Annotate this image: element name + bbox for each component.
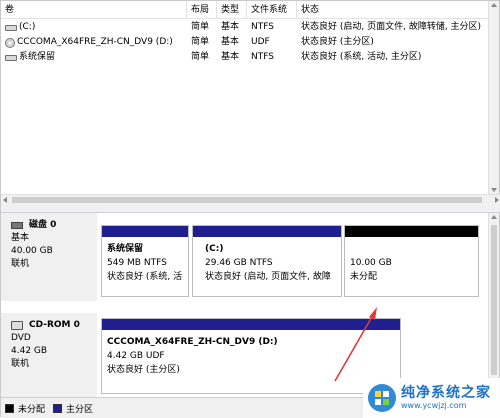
disk-title: 磁盘 0 [29,220,57,230]
volume-layout: 简单 [191,52,210,62]
volume-list-vertical-scrollbar[interactable] [488,1,499,194]
watermark-title: 纯净系统之家 [401,385,491,401]
volume-list-header: 卷 布局 类型 文件系统 状态 [1,1,490,19]
partition-bar [345,226,478,237]
disk-type: 基本 [11,233,30,243]
disk-size: 4.42 GB [11,346,48,356]
cdrom-0-info[interactable]: CD-ROM 0 DVD 4.42 GB 联机 [1,313,97,397]
volume-status: 状态良好 (启动, 页面文件, 故障转储, 主分区) [301,22,482,32]
partition-system-reserved[interactable]: 系统保留 549 MB NTFS 状态良好 (系统, 活 [101,225,189,297]
watermark: 纯净系统之家 www.ycwjzj.com [363,378,500,418]
disk-state: 联机 [11,259,30,269]
column-header-filesystem[interactable]: 文件系统 [247,1,297,19]
partition-unallocated[interactable]: 10.00 GB 未分配 [344,225,479,297]
volume-filesystem: NTFS [251,52,274,62]
volume-type: 基本 [221,37,240,47]
partition-c[interactable]: (C:) 29.46 GB NTFS 状态良好 (启动, 页面文件, 故障 [192,225,342,297]
volume-status: 状态良好 (主分区) [301,37,374,47]
cdrom-icon [11,321,23,330]
hard-disk-icon [11,222,23,229]
legend-swatch-primary [53,403,63,413]
drive-icon [5,24,17,31]
disk-state: 联机 [11,359,30,369]
table-row[interactable]: CCCOMA_X64FRE_ZH-CN_DV9 (D:) 简单 基本 UDF 状… [1,35,490,50]
scroll-up-arrow-icon[interactable] [491,215,497,219]
volume-list: (C:) 简单 基本 NTFS 状态良好 (启动, 页面文件, 故障转储, 主分… [1,20,490,194]
scrollbar-thumb[interactable] [12,197,482,203]
table-row[interactable]: 系统保留 简单 基本 NTFS 状态良好 (系统, 活动, 主分区) [1,50,490,65]
volume-filesystem: UDF [251,37,270,47]
partition-status: 状态良好 (主分区) [107,365,180,375]
volume-name: 系统保留 [19,52,56,62]
legend-swatch-unallocated [5,403,14,413]
partition-size: 4.42 GB UDF [107,351,165,361]
volume-layout: 简单 [191,22,210,32]
disk-map: 磁盘 0 基本 40.00 GB 联机 系统保留 549 MB NTFS 状态良… [1,213,490,397]
disk-title: CD-ROM 0 [29,320,80,330]
partition-status: 未分配 [350,272,378,282]
partition-bar [102,226,188,237]
disk-type: DVD [11,333,31,343]
drive-icon [5,54,17,61]
partition-dvd[interactable]: CCCOMA_X64FRE_ZH-CN_DV9 (D:) 4.42 GB UDF… [101,318,401,394]
scroll-right-arrow-icon[interactable] [495,197,499,203]
volume-list-horizontal-scrollbar[interactable] [1,194,500,205]
partition-size: 549 MB NTFS [107,258,167,268]
column-header-layout[interactable]: 布局 [187,1,217,19]
partition-size: 10.00 GB [350,258,392,268]
windows-logo-icon [368,384,396,412]
partition-status: 状态良好 (系统, 活 [107,272,183,282]
scroll-down-arrow-icon[interactable] [491,188,497,192]
volume-name: (C:) [19,22,36,32]
pane-splitter[interactable] [1,205,500,213]
partition-name: CCCOMA_X64FRE_ZH-CN_DV9 (D:) [107,337,278,347]
scrollbar-thumb[interactable] [491,225,497,375]
column-header-type[interactable]: 类型 [217,1,247,19]
volume-type: 基本 [221,52,240,62]
watermark-url: www.ycwjzj.com [401,401,467,410]
volume-status: 状态良好 (系统, 活动, 主分区) [301,52,422,62]
volume-layout: 简单 [191,37,210,47]
volume-type: 基本 [221,22,240,32]
partition-bar [102,319,400,330]
partition-size: 29.46 GB NTFS [205,258,273,268]
disk-management-window: 卷 布局 类型 文件系统 状态 (C:) 简单 基本 NTFS 状态良好 (启动… [0,0,500,418]
legend-label: 主分区 [66,404,94,415]
column-header-volume[interactable]: 卷 [1,1,187,19]
partition-bar [193,226,341,237]
disk-map-vertical-scrollbar[interactable] [488,213,499,397]
scroll-left-arrow-icon[interactable] [3,197,7,203]
partition-status: 状态良好 (启动, 页面文件, 故障 [205,272,331,282]
disk-size: 40.00 GB [11,246,53,256]
partition-name [350,242,478,256]
column-header-status[interactable]: 状态 [297,1,490,19]
volume-name: CCCOMA_X64FRE_ZH-CN_DV9 (D:) [17,37,173,47]
disc-icon [5,37,15,48]
partition-name: (C:) [205,244,224,254]
partition-name: 系统保留 [107,244,144,254]
disk-0-info[interactable]: 磁盘 0 基本 40.00 GB 联机 [1,213,97,301]
legend-label: 未分配 [18,404,46,415]
scroll-up-arrow-icon[interactable] [491,3,497,7]
table-row[interactable]: (C:) 简单 基本 NTFS 状态良好 (启动, 页面文件, 故障转储, 主分… [1,20,490,35]
volume-filesystem: NTFS [251,22,274,32]
